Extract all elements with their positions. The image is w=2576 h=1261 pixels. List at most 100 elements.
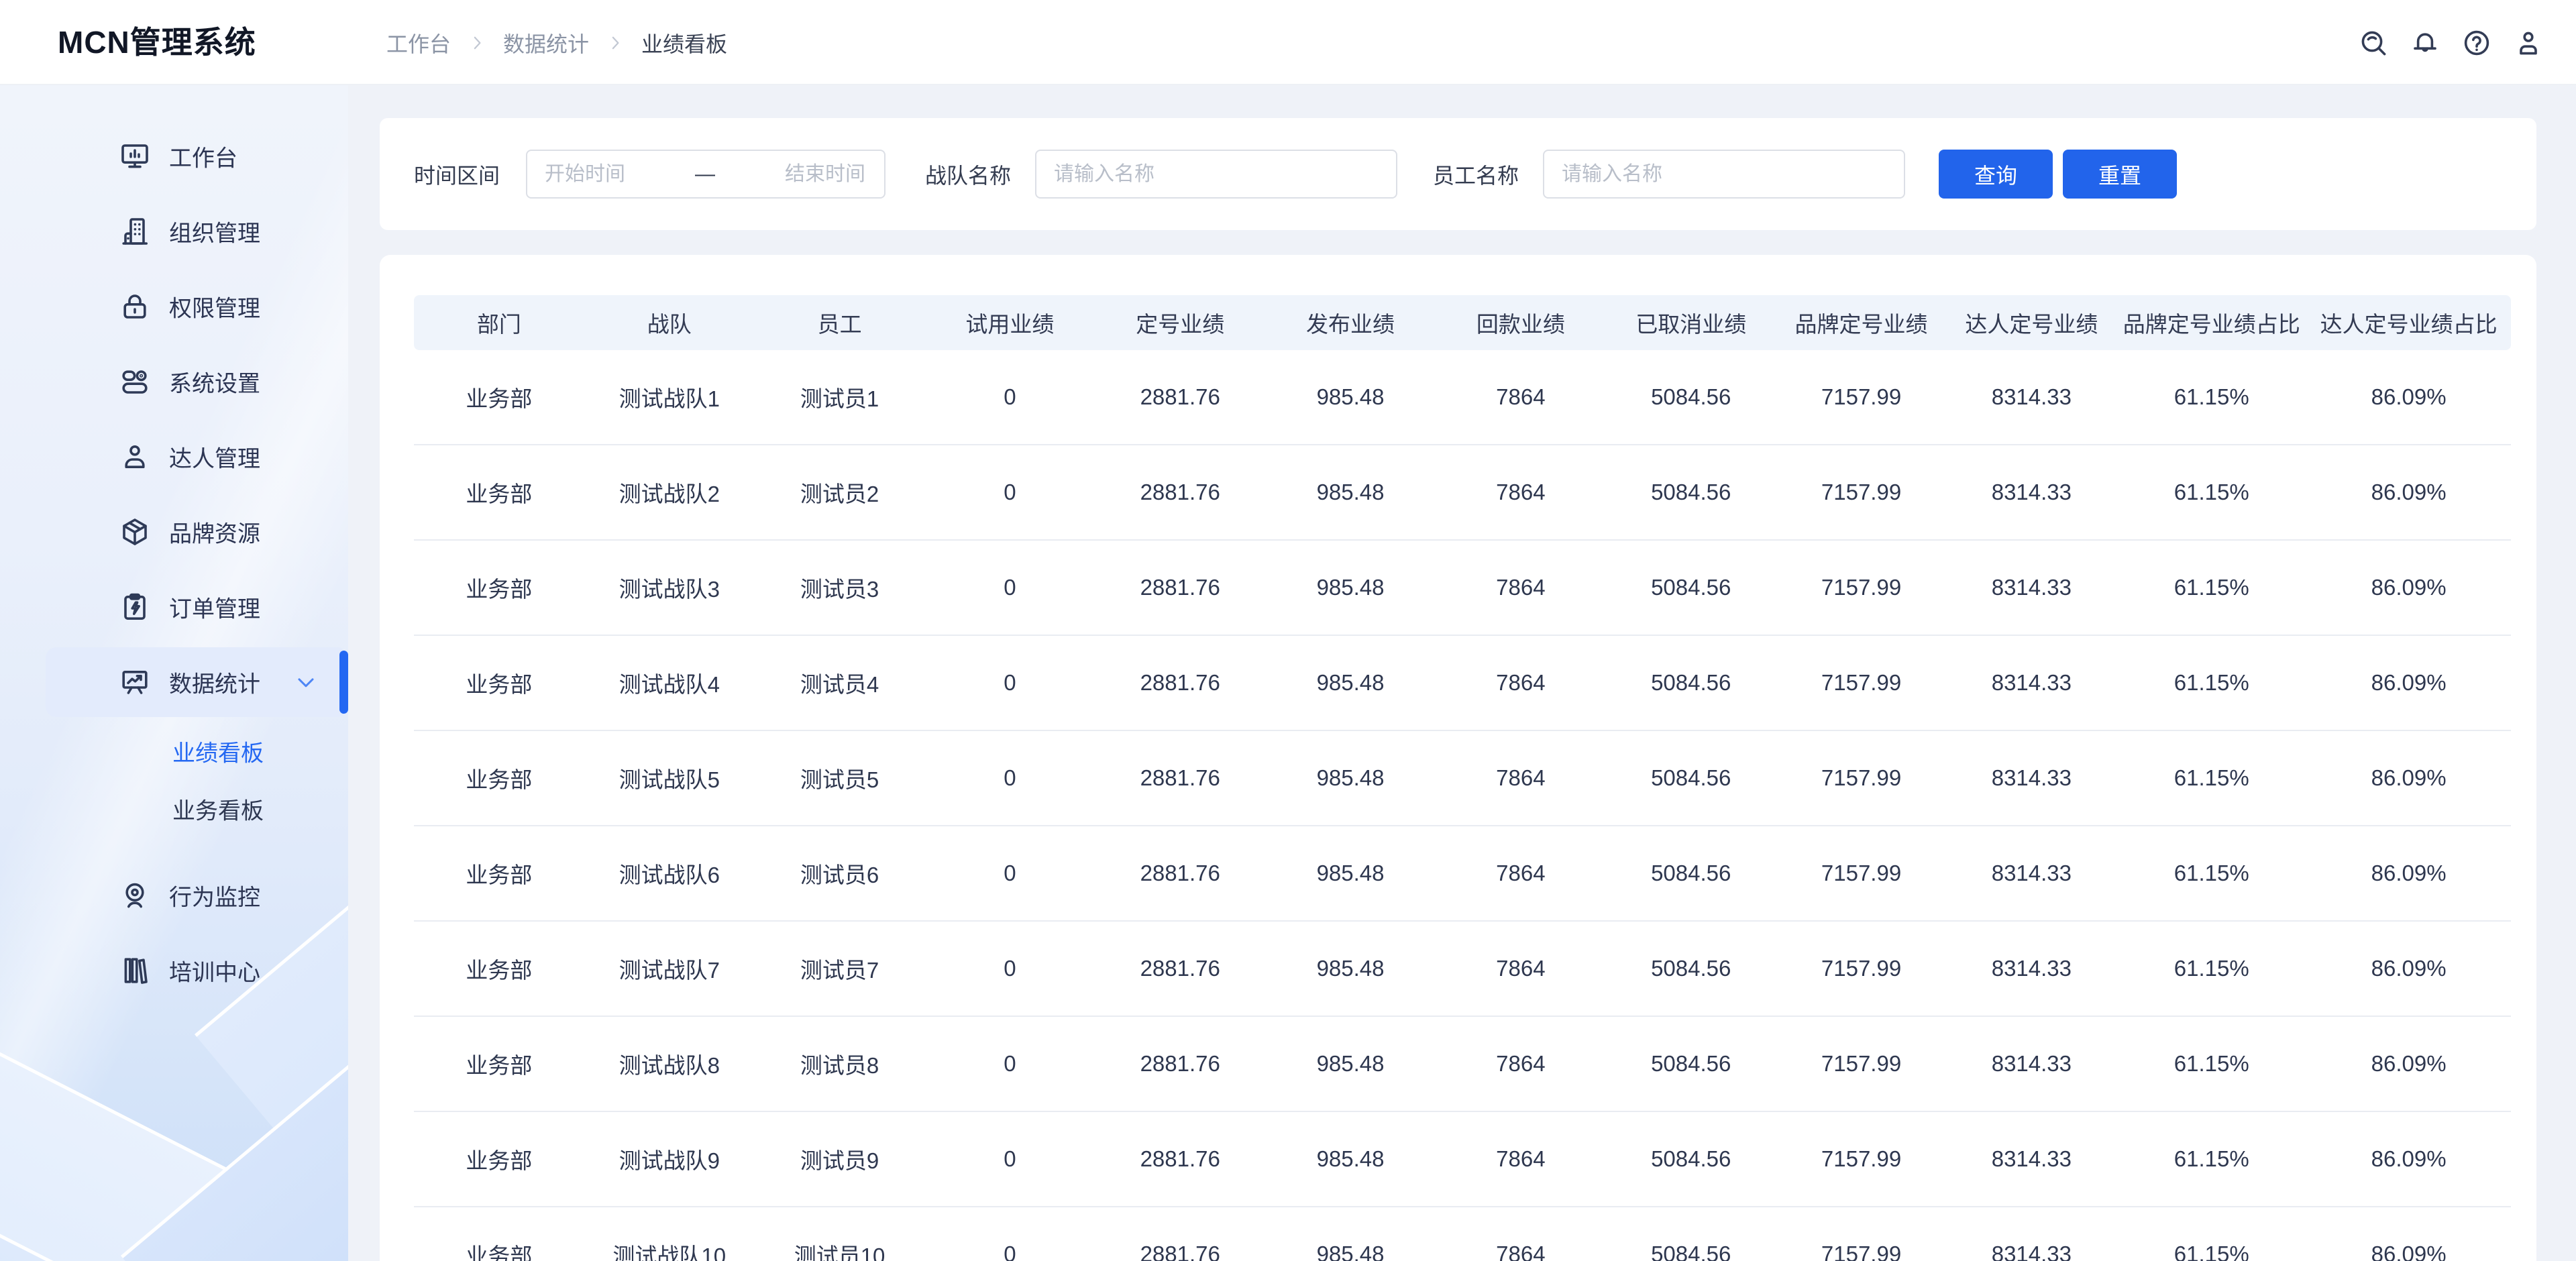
- table-cell: 0: [924, 541, 1095, 636]
- table-cell: 测试战队10: [584, 1207, 755, 1261]
- table-cell: 测试战队5: [584, 731, 755, 826]
- breadcrumb-item[interactable]: 数据统计: [503, 28, 589, 58]
- date-range-label: 时间区间: [414, 159, 500, 190]
- table-cell: 86.09%: [2306, 1207, 2511, 1261]
- employee-name-input[interactable]: [1543, 150, 1905, 199]
- sidebar-item[interactable]: 培训中心: [0, 936, 348, 1005]
- sidebar-item-label: 培训中心: [169, 954, 260, 987]
- sidebar-item[interactable]: 数据统计: [0, 647, 348, 717]
- start-date-input[interactable]: [527, 163, 682, 186]
- table-cell: 测试战队2: [584, 445, 755, 541]
- table-cell: 7157.99: [1776, 1207, 1947, 1261]
- webcam-icon: [119, 879, 151, 912]
- table-cell: 7864: [1436, 636, 1606, 731]
- sidebar-item[interactable]: 行为监控: [0, 861, 348, 930]
- search-button[interactable]: 查询: [1939, 150, 2053, 199]
- help-icon[interactable]: [2460, 26, 2493, 60]
- table-cell: 测试员7: [755, 922, 925, 1017]
- table-cell: 5084.56: [1606, 1017, 1776, 1112]
- table-row: 业务部测试战队2测试员202881.76985.4878645084.56715…: [414, 445, 2511, 541]
- table-cell: 5084.56: [1606, 541, 1776, 636]
- table-cell: 测试员3: [755, 541, 925, 636]
- table-cell: 86.09%: [2306, 636, 2511, 731]
- table-cell: 2881.76: [1095, 922, 1265, 1017]
- table-cell: 测试员2: [755, 445, 925, 541]
- table-cell: 7864: [1436, 922, 1606, 1017]
- table-card: 部门战队员工试用业绩定号业绩发布业绩回款业绩已取消业绩品牌定号业绩达人定号业绩品…: [380, 255, 2536, 1261]
- table-cell: 61.15%: [2116, 350, 2306, 445]
- column-header: 已取消业绩: [1606, 295, 1776, 350]
- date-range-picker[interactable]: —: [526, 150, 885, 199]
- table-cell: 985.48: [1265, 1112, 1436, 1207]
- breadcrumb-item[interactable]: 工作台: [386, 28, 451, 58]
- table-cell: 86.09%: [2306, 922, 2511, 1017]
- column-header: 达人定号业绩占比: [2306, 295, 2511, 350]
- table-row: 业务部测试战队6测试员602881.76985.4878645084.56715…: [414, 826, 2511, 922]
- table-cell: 7864: [1436, 350, 1606, 445]
- table-cell: 2881.76: [1095, 826, 1265, 922]
- lock-icon: [119, 290, 151, 323]
- table-cell: 86.09%: [2306, 1112, 2511, 1207]
- table-cell: 8314.33: [1946, 636, 2116, 731]
- search-icon[interactable]: [2357, 26, 2390, 60]
- table-cell: 8314.33: [1946, 1017, 2116, 1112]
- sidebar-item[interactable]: 工作台: [0, 121, 348, 191]
- table-cell: 7864: [1436, 541, 1606, 636]
- package-icon: [119, 516, 151, 548]
- sidebar-item[interactable]: 组织管理: [0, 197, 348, 266]
- table-cell: 61.15%: [2116, 826, 2306, 922]
- table-cell: 0: [924, 445, 1095, 541]
- table-cell: 985.48: [1265, 636, 1436, 731]
- sidebar-subitem[interactable]: 业绩看板: [0, 722, 348, 780]
- table-cell: 7157.99: [1776, 350, 1947, 445]
- sidebar-item[interactable]: 品牌资源: [0, 497, 348, 567]
- team-name-input[interactable]: [1035, 150, 1397, 199]
- sidebar-item[interactable]: 达人管理: [0, 422, 348, 492]
- sidebar-item-label: 订单管理: [169, 591, 260, 624]
- sidebar-item[interactable]: 订单管理: [0, 572, 348, 642]
- table-cell: 7864: [1436, 731, 1606, 826]
- table-cell: 7157.99: [1776, 922, 1947, 1017]
- table-cell: 0: [924, 922, 1095, 1017]
- table-cell: 61.15%: [2116, 445, 2306, 541]
- table-cell: 985.48: [1265, 731, 1436, 826]
- sidebar-subitem-label: 业绩看板: [172, 735, 264, 768]
- table-cell: 7157.99: [1776, 541, 1947, 636]
- table-cell: 86.09%: [2306, 1017, 2511, 1112]
- performance-table: 部门战队员工试用业绩定号业绩发布业绩回款业绩已取消业绩品牌定号业绩达人定号业绩品…: [414, 295, 2511, 1261]
- reset-button[interactable]: 重置: [2063, 150, 2177, 199]
- table-cell: 985.48: [1265, 541, 1436, 636]
- sidebar-item-label: 行为监控: [169, 879, 260, 912]
- sidebar-subitem-label: 业务看板: [172, 793, 264, 826]
- column-header: 定号业绩: [1095, 295, 1265, 350]
- sidebar-item-label: 系统设置: [169, 366, 260, 398]
- sidebar-item-label: 数据统计: [169, 666, 260, 699]
- table-cell: 2881.76: [1095, 541, 1265, 636]
- main-content: 时间区间 — 战队名称 员工名称 查询 重置 部门战队员工试用业绩定号业绩发布业…: [348, 85, 2576, 1261]
- table-cell: 8314.33: [1946, 731, 2116, 826]
- table-cell: 7157.99: [1776, 636, 1947, 731]
- bell-icon[interactable]: [2408, 26, 2442, 60]
- sidebar-item-label: 品牌资源: [169, 516, 260, 549]
- table-row: 业务部测试战队5测试员502881.76985.4878645084.56715…: [414, 731, 2511, 826]
- chevron-right-icon: [605, 33, 625, 53]
- table-cell: 7864: [1436, 1207, 1606, 1261]
- table-cell: 测试员4: [755, 636, 925, 731]
- table-cell: 2881.76: [1095, 636, 1265, 731]
- table-row: 业务部测试战队1测试员102881.76985.4878645084.56715…: [414, 350, 2511, 445]
- table-cell: 7157.99: [1776, 445, 1947, 541]
- app-logo: MCN管理系统: [58, 0, 256, 85]
- sidebar-item-label: 达人管理: [169, 441, 260, 474]
- books-icon: [119, 954, 151, 987]
- table-cell: 测试战队3: [584, 541, 755, 636]
- table-cell: 测试员1: [755, 350, 925, 445]
- table-cell: 0: [924, 636, 1095, 731]
- header-icon-group: [2357, 0, 2545, 85]
- sidebar-item[interactable]: 权限管理: [0, 272, 348, 341]
- end-date-input[interactable]: [729, 163, 884, 186]
- table-cell: 8314.33: [1946, 445, 2116, 541]
- user-icon[interactable]: [2512, 26, 2545, 60]
- sidebar-subitem[interactable]: 业务看板: [0, 780, 348, 838]
- table-cell: 测试员5: [755, 731, 925, 826]
- sidebar-item[interactable]: 系统设置: [0, 347, 348, 417]
